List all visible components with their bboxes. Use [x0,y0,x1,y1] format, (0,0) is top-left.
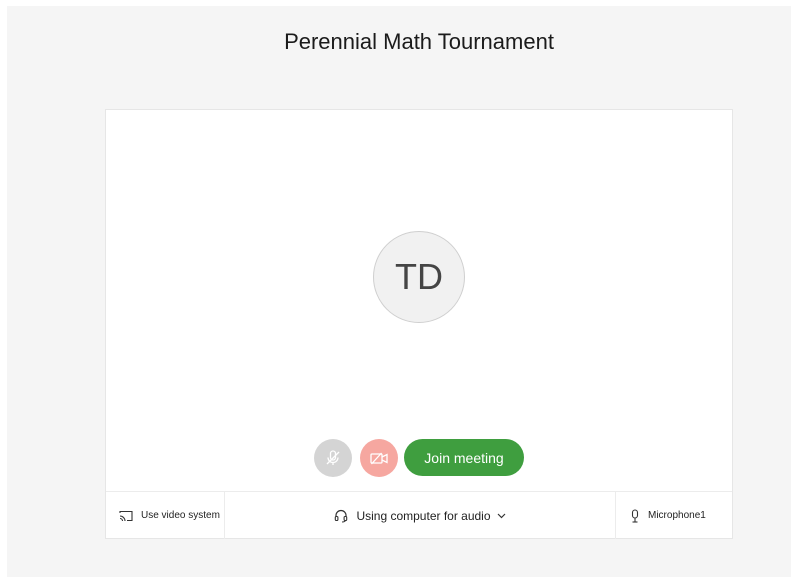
microphone-selector[interactable]: Microphone1 [615,492,733,539]
audio-mode-dropdown[interactable]: Using computer for audio [225,492,615,539]
chevron-down-icon [497,513,506,519]
meeting-controls: Join meeting [106,437,732,477]
camera-off-icon [369,450,389,466]
audio-mode-label: Using computer for audio [356,508,491,523]
meeting-title: Perennial Math Tournament [284,29,554,54]
cast-icon [119,510,133,522]
mute-button[interactable] [314,439,352,477]
mic-muted-icon [324,449,342,467]
avatar: TD [373,231,465,323]
meeting-preview-card: TD Join meeting Use video system Using c… [105,109,733,539]
use-video-system-button[interactable]: Use video system [106,492,225,539]
headset-icon [334,509,348,523]
microphone-icon [630,508,640,523]
microphone-label: Microphone1 [648,510,706,521]
camera-toggle-button[interactable] [360,439,398,477]
join-meeting-button[interactable]: Join meeting [404,439,524,476]
device-bar: Use video system Using computer for audi… [106,491,732,539]
use-video-system-label: Use video system [141,510,220,521]
